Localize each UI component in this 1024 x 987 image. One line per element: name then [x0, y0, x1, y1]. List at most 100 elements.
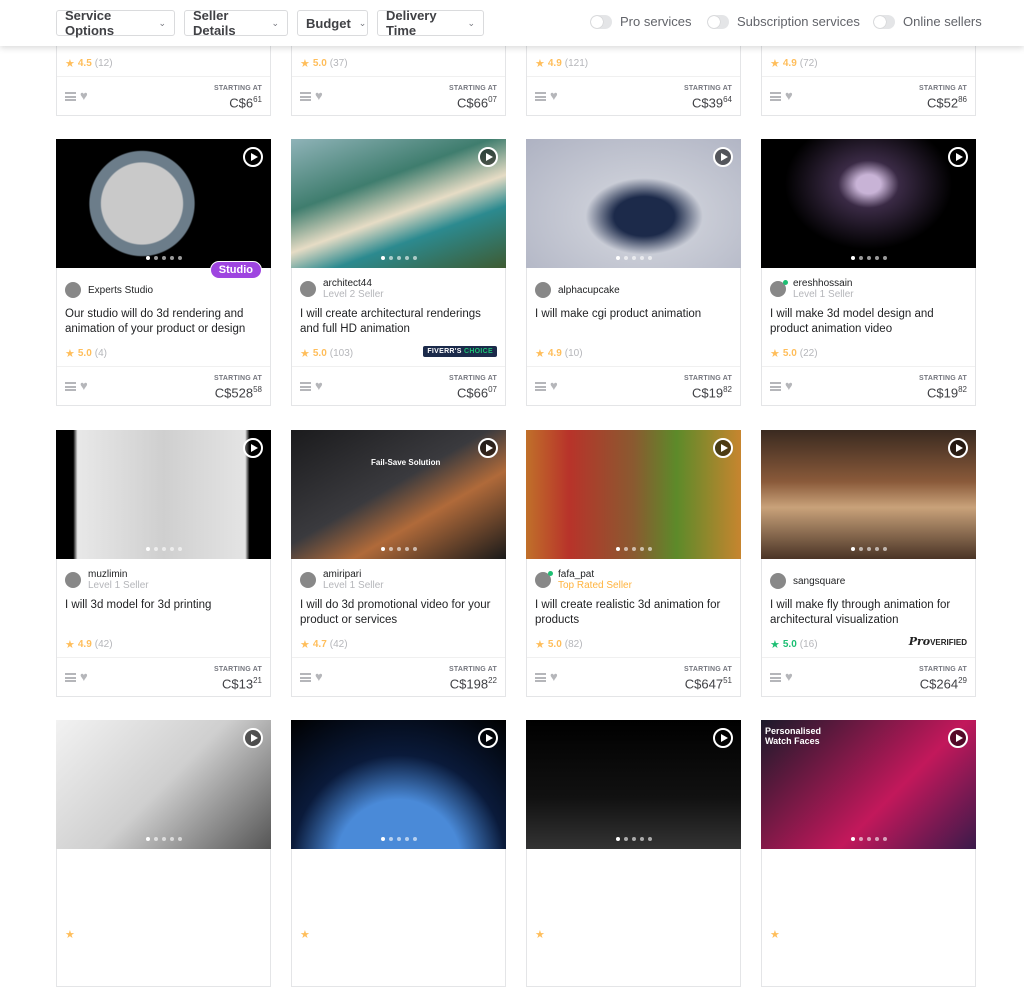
heart-icon[interactable]: ♥ [550, 669, 558, 684]
collections-menu-icon[interactable] [535, 382, 546, 391]
carousel-dot[interactable] [858, 547, 863, 551]
seller-avatar[interactable] [300, 281, 316, 297]
carousel-dot[interactable] [850, 837, 855, 841]
carousel-dots[interactable] [145, 256, 182, 260]
carousel-dots[interactable] [380, 547, 417, 551]
carousel-dot[interactable] [615, 547, 620, 551]
gig-price[interactable]: C$1982 [692, 385, 732, 400]
collections-menu-icon[interactable] [770, 92, 781, 101]
seller-details-dropdown[interactable]: Seller Details ⌄ [184, 8, 288, 38]
toggle-switch[interactable] [873, 14, 895, 29]
carousel-dot[interactable] [647, 256, 652, 260]
seller-info[interactable]: sangsquare [770, 573, 845, 589]
carousel-dot[interactable] [380, 256, 385, 260]
gig-price[interactable]: C$1321 [222, 676, 262, 691]
gig-card[interactable]: muzlimin Level 1 Seller I will 3d model fo… [56, 430, 271, 697]
collections-menu-icon[interactable] [65, 382, 76, 391]
gig-card[interactable]: Studio Experts Studio Our studio will do 3… [56, 139, 271, 406]
carousel-dot[interactable] [169, 547, 174, 551]
heart-icon[interactable]: ♥ [80, 669, 88, 684]
gig-thumbnail[interactable] [526, 430, 741, 559]
subscription-services-toggle[interactable]: Subscription services [707, 14, 860, 29]
seller-name[interactable]: Experts Studio [88, 285, 153, 296]
gig-title[interactable]: I will make 3d model design and product … [770, 307, 970, 337]
play-video-icon[interactable] [713, 438, 733, 458]
carousel-dot[interactable] [866, 547, 871, 551]
gig-thumbnail[interactable] [761, 139, 976, 268]
carousel-dot[interactable] [177, 547, 182, 551]
seller-avatar[interactable] [535, 571, 553, 588]
carousel-dots[interactable] [615, 256, 652, 260]
seller-name[interactable]: alphacupcake [558, 285, 620, 296]
collections-menu-icon[interactable] [300, 92, 311, 101]
seller-info[interactable]: muzlimin Level 1 Seller [65, 569, 149, 591]
play-video-icon[interactable] [948, 438, 968, 458]
heart-icon[interactable]: ♥ [315, 378, 323, 393]
gig-price[interactable]: C$661 [229, 95, 262, 110]
play-video-icon[interactable] [243, 728, 263, 748]
gig-card[interactable]: fafa_pat Top Rated Seller I will create re… [526, 430, 741, 697]
collections-menu-icon[interactable] [770, 382, 781, 391]
gig-thumbnail[interactable] [291, 720, 506, 849]
carousel-dot[interactable] [639, 837, 644, 841]
carousel-dot[interactable] [388, 256, 393, 260]
gig-card[interactable]: alphacupcake I will make cgi product anim… [526, 139, 741, 406]
gig-card[interactable]: architect44 Level 2 Seller I will create a… [291, 139, 506, 406]
gig-price[interactable]: C$1982 [927, 385, 967, 400]
collections-menu-icon[interactable] [300, 382, 311, 391]
carousel-dots[interactable] [615, 547, 652, 551]
seller-info[interactable]: ereshhossain Level 1 Seller [770, 278, 854, 300]
gig-title[interactable]: I will make fly through animation for ar… [770, 598, 970, 628]
seller-name[interactable]: muzlimin [88, 569, 149, 580]
play-video-icon[interactable] [243, 438, 263, 458]
gig-thumbnail[interactable] [291, 139, 506, 268]
gig-title[interactable]: I will create realistic 3d animation for… [535, 598, 735, 628]
carousel-dot[interactable] [169, 256, 174, 260]
carousel-dot[interactable] [388, 837, 393, 841]
play-video-icon[interactable] [478, 147, 498, 167]
gig-price[interactable]: C$26429 [920, 676, 967, 691]
gig-price[interactable]: C$64751 [685, 676, 732, 691]
play-video-icon[interactable] [478, 438, 498, 458]
gig-price[interactable]: C$6607 [457, 95, 497, 110]
heart-icon[interactable]: ♥ [785, 669, 793, 684]
play-video-icon[interactable] [948, 728, 968, 748]
carousel-dot[interactable] [153, 547, 158, 551]
carousel-dot[interactable] [623, 547, 628, 551]
gig-title[interactable]: I will 3d model for 3d printing [65, 598, 265, 613]
carousel-dot[interactable] [412, 256, 417, 260]
carousel-dot[interactable] [858, 837, 863, 841]
heart-icon[interactable]: ♥ [80, 378, 88, 393]
carousel-dot[interactable] [623, 837, 628, 841]
service-options-dropdown[interactable]: Service Options ⌄ [56, 8, 175, 38]
seller-name[interactable]: architect44 [323, 278, 384, 289]
carousel-dot[interactable] [380, 547, 385, 551]
carousel-dot[interactable] [647, 837, 652, 841]
carousel-dot[interactable] [177, 256, 182, 260]
gig-thumbnail[interactable]: Fail-Save Solution [291, 430, 506, 559]
carousel-dot[interactable] [380, 837, 385, 841]
collections-menu-icon[interactable] [300, 673, 311, 682]
heart-icon[interactable]: ♥ [80, 88, 88, 103]
seller-info[interactable]: Experts Studio [65, 282, 153, 298]
carousel-dots[interactable] [145, 837, 182, 841]
gig-price[interactable]: C$52858 [215, 385, 262, 400]
carousel-dot[interactable] [396, 837, 401, 841]
collections-menu-icon[interactable] [65, 92, 76, 101]
heart-icon[interactable]: ♥ [315, 669, 323, 684]
gig-price[interactable]: C$19822 [450, 676, 497, 691]
carousel-dot[interactable] [153, 837, 158, 841]
carousel-dot[interactable] [866, 837, 871, 841]
carousel-dots[interactable] [850, 547, 887, 551]
carousel-dot[interactable] [161, 547, 166, 551]
carousel-dot[interactable] [161, 256, 166, 260]
carousel-dot[interactable] [412, 837, 417, 841]
gig-card[interactable]: Fail-Save Solution amiripari Level 1 Selle… [291, 430, 506, 697]
collections-menu-icon[interactable] [65, 673, 76, 682]
gig-card[interactable]: ereshhossain Level 1 Seller I will make 3d… [761, 139, 976, 406]
carousel-dots[interactable] [850, 837, 887, 841]
carousel-dot[interactable] [615, 256, 620, 260]
carousel-dots[interactable] [615, 837, 652, 841]
carousel-dot[interactable] [404, 256, 409, 260]
carousel-dot[interactable] [153, 256, 158, 260]
